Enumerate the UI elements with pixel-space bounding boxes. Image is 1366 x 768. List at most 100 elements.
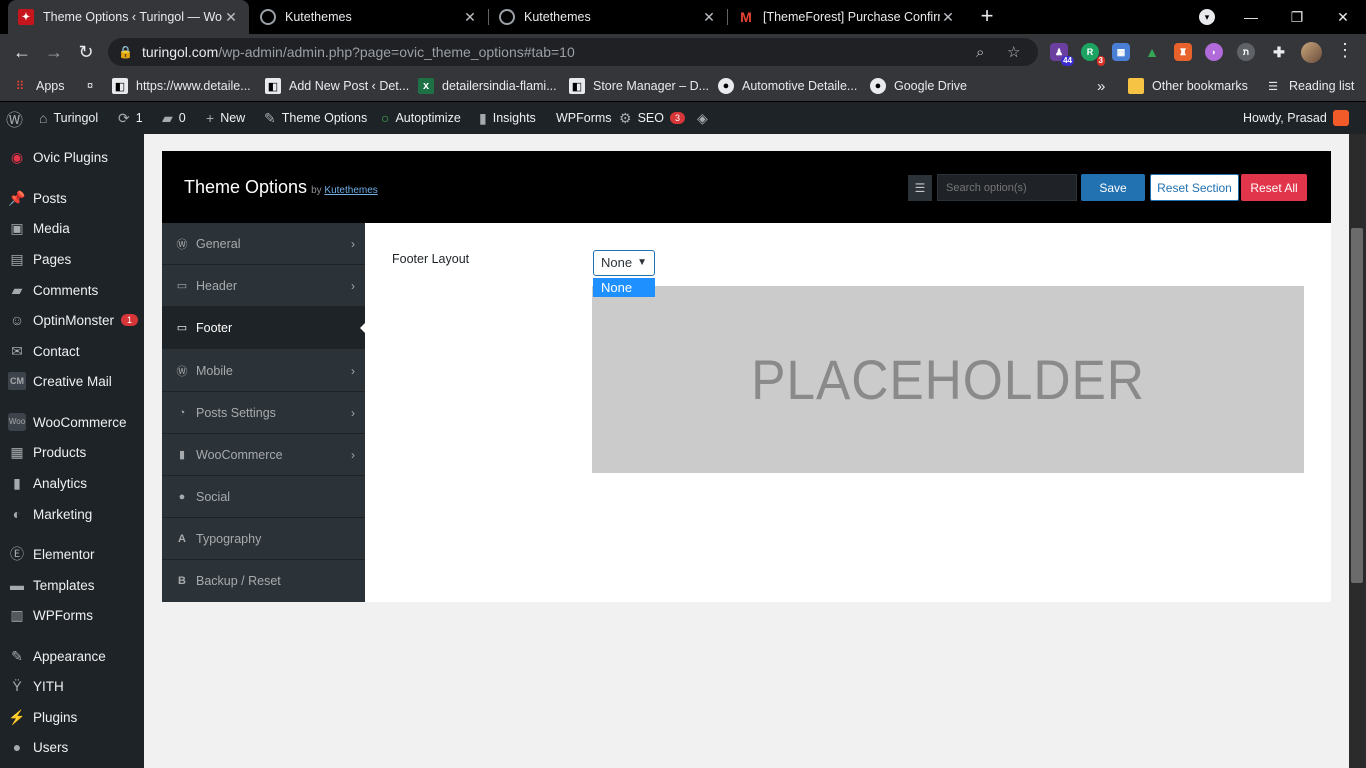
- adminbar-diamond-icon[interactable]: ◈: [697, 102, 714, 134]
- sidebar-item-appearance[interactable]: ✎ Appearance: [0, 641, 144, 671]
- reload-icon[interactable]: ↻: [74, 40, 98, 64]
- nav-header[interactable]: ▭ Header ›: [162, 265, 365, 307]
- adminbar-site[interactable]: ⌂ Turingol: [39, 102, 98, 134]
- sidebar-item-woocommerce[interactable]: Woo WooCommerce: [0, 407, 144, 437]
- nav-woocommerce[interactable]: ▮ WooCommerce ›: [162, 434, 365, 476]
- sidebar-item-elementor[interactable]: Ⓔ Elementor: [0, 539, 144, 569]
- sidebar-item-media[interactable]: ▣ Media: [0, 213, 144, 243]
- expand-all-icon[interactable]: ☰: [908, 175, 932, 201]
- megaphone-icon: ◐: [12, 506, 22, 522]
- bookmark-store-manager[interactable]: ◧ Store Manager – D...: [569, 77, 709, 95]
- extension-icon[interactable]: R3: [1081, 43, 1105, 66]
- nav-posts-settings[interactable]: ◔ Posts Settings ›: [162, 392, 365, 434]
- sidebar-item-users[interactable]: ● Users: [0, 732, 144, 762]
- sidebar-item-wpforms[interactable]: ▥ WPForms: [0, 600, 144, 630]
- profile-avatar[interactable]: [1301, 42, 1322, 63]
- sidebar-item-comments[interactable]: ▰ Comments: [0, 275, 144, 305]
- new-tab-button[interactable]: +: [976, 5, 998, 28]
- wp-logo-icon[interactable]: Ⓦ: [6, 102, 29, 134]
- nav-general[interactable]: Ⓦ General ›: [162, 223, 365, 265]
- sidebar-item-templates[interactable]: ▬ Templates: [0, 570, 144, 600]
- close-window-icon[interactable]: ✕: [1320, 0, 1366, 34]
- drive-extension-icon[interactable]: ▲: [1143, 43, 1161, 61]
- users-icon: ●: [12, 739, 22, 755]
- sidebar-item-label: Posts: [33, 190, 67, 206]
- reset-section-button[interactable]: Reset Section: [1150, 174, 1239, 201]
- adminbar-autoptimize[interactable]: ○ Autoptimize: [381, 102, 461, 134]
- adminbar-wpforms[interactable]: WPForms: [556, 102, 612, 134]
- sidebar-item-pages[interactable]: ▤ Pages: [0, 244, 144, 274]
- puzzle-extensions-icon[interactable]: ✚: [1270, 43, 1288, 61]
- bookmark-detailersindia[interactable]: x detailersindia-flami...: [418, 77, 557, 95]
- reset-all-button[interactable]: Reset All: [1241, 174, 1307, 201]
- extension-icon[interactable]: ♟ 44: [1050, 43, 1074, 66]
- sidebar-item-plugins[interactable]: ⚡ Plugins: [0, 702, 144, 732]
- adminbar-comments[interactable]: ▰ 0: [162, 102, 186, 134]
- page-icon: ◧: [569, 78, 585, 94]
- sidebar-item-marketing[interactable]: ◐ Marketing: [0, 499, 144, 529]
- tab-theme-options[interactable]: ✦ Theme Options ‹ Turingol — Wo ✕: [8, 0, 249, 34]
- theme-options-header: Theme Optionsby Kutethemes ☰ Save Reset …: [162, 151, 1331, 223]
- adminbar-insights[interactable]: ▮ Insights: [479, 102, 536, 134]
- bookmark-apps[interactable]: ⠿ Apps: [12, 77, 65, 95]
- bookmark-star-icon[interactable]: ☆: [1007, 43, 1020, 61]
- nav-social[interactable]: ● Social: [162, 476, 365, 518]
- adminbar-updates[interactable]: ⟳ 1: [118, 102, 143, 134]
- zoom-icon[interactable]: ⌕: [976, 44, 984, 61]
- bookmarks-overflow-icon[interactable]: »: [1097, 77, 1105, 95]
- nav-label: Mobile: [196, 363, 233, 378]
- tab-themeforest-gmail[interactable]: M [ThemeForest] Purchase Confirm ✕: [728, 0, 966, 34]
- tab-title: Kutethemes: [524, 10, 591, 24]
- menu-kebab-icon[interactable]: ⋮: [1336, 40, 1354, 61]
- reading-list-button[interactable]: ☰ Reading list: [1265, 77, 1354, 95]
- forward-icon[interactable]: →: [42, 40, 66, 64]
- tab-kutethemes-1[interactable]: Kutethemes ✕: [250, 0, 488, 34]
- browser-tabstrip: ✦ Theme Options ‹ Turingol — Wo ✕ Kuteth…: [0, 0, 1366, 34]
- adminbar-seo[interactable]: ⚙ SEO 3: [619, 102, 685, 134]
- tab-search-icon[interactable]: ▾: [1199, 9, 1215, 25]
- sidebar-item-products[interactable]: ▦ Products: [0, 437, 144, 467]
- sidebar-item-optinmonster[interactable]: ☺ OptinMonster 1: [0, 305, 144, 335]
- excel-icon: x: [418, 78, 434, 94]
- page-scrollbar-thumb[interactable]: [1351, 228, 1363, 583]
- close-tab-icon[interactable]: ✕: [701, 9, 717, 26]
- bookmark-google-drive[interactable]: ● Google Drive: [870, 77, 967, 95]
- sidebar-item-contact[interactable]: ✉ Contact: [0, 336, 144, 366]
- close-tab-icon[interactable]: ✕: [940, 9, 956, 26]
- bookmark-detaile[interactable]: ◧ https://www.detaile...: [112, 77, 251, 95]
- bookmark-automotive[interactable]: ● Automotive Detaile...: [718, 77, 857, 95]
- tab-kutethemes-2[interactable]: Kutethemes ✕: [489, 0, 727, 34]
- restore-icon[interactable]: ❐: [1274, 0, 1320, 34]
- extension-icon[interactable]: ♜: [1174, 43, 1192, 61]
- folder-icon: ▭: [176, 280, 188, 292]
- address-bar[interactable]: 🔒 turingol.com/wp-admin/admin.php?page=o…: [108, 38, 1038, 66]
- footer-layout-select[interactable]: None ▼: [593, 250, 655, 276]
- close-tab-icon[interactable]: ✕: [223, 9, 239, 26]
- nav-backup-reset[interactable]: B Backup / Reset: [162, 560, 365, 602]
- calendar-extension-icon[interactable]: ▦: [1112, 43, 1130, 61]
- sidebar-item-yith[interactable]: Ÿ YITH: [0, 671, 144, 701]
- sidebar-item-creative-mail[interactable]: CM Creative Mail: [0, 366, 144, 396]
- extension-icon[interactable]: ת: [1237, 43, 1255, 61]
- author-link[interactable]: Kutethemes: [324, 185, 377, 196]
- bookmark-add-new-post[interactable]: ◧ Add New Post ‹ Det...: [265, 77, 409, 95]
- bookmark-link[interactable]: ¤: [82, 77, 106, 95]
- sidebar-item-analytics[interactable]: ▮ Analytics: [0, 468, 144, 498]
- minimize-icon[interactable]: —: [1228, 0, 1274, 34]
- save-button[interactable]: Save: [1081, 174, 1145, 201]
- back-icon[interactable]: ←: [10, 40, 34, 64]
- nav-typography[interactable]: A Typography: [162, 518, 365, 560]
- bookmark-other-bookmarks[interactable]: Other bookmarks: [1128, 77, 1248, 95]
- dropdown-option-none[interactable]: None: [593, 278, 655, 297]
- adminbar-account[interactable]: Howdy, Prasad: [1243, 102, 1349, 134]
- nav-footer[interactable]: ▭ Footer: [162, 307, 365, 349]
- close-tab-icon[interactable]: ✕: [462, 9, 478, 26]
- url-host: turingol.com: [142, 44, 219, 60]
- sidebar-item-posts[interactable]: 📌 Posts: [0, 183, 144, 213]
- search-options-input[interactable]: [937, 174, 1077, 201]
- adminbar-new[interactable]: + New: [206, 102, 245, 134]
- extension-icon[interactable]: ◗: [1205, 43, 1223, 61]
- adminbar-theme-options[interactable]: ✎ Theme Options: [264, 102, 367, 134]
- nav-mobile[interactable]: Ⓦ Mobile ›: [162, 350, 365, 392]
- sidebar-item-ovic-plugins[interactable]: ◉ Ovic Plugins: [0, 142, 144, 172]
